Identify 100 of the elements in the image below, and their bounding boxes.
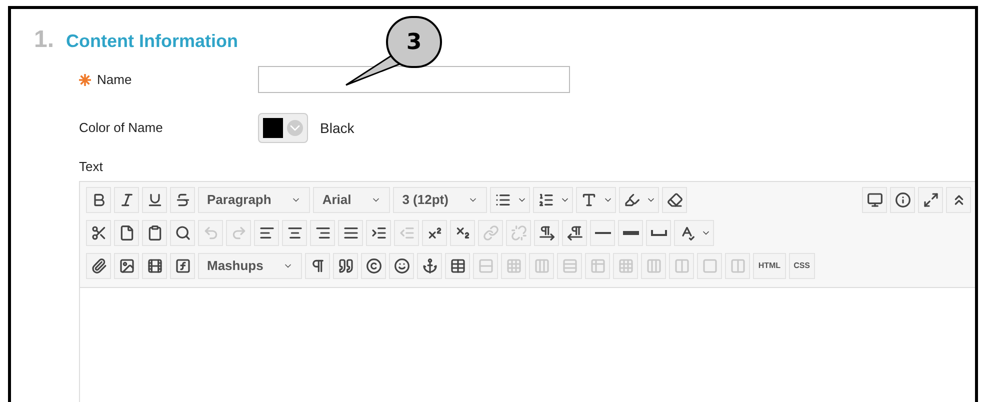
toolbar-button[interactable] <box>305 252 330 278</box>
fullscreen-icon <box>922 192 938 208</box>
align-center-icon <box>286 224 302 240</box>
field-label: Name <box>97 70 132 89</box>
document-icon <box>118 224 134 240</box>
toolbar-button[interactable] <box>534 220 559 246</box>
toolbar-button[interactable] <box>946 186 971 212</box>
cut-icon <box>90 224 106 240</box>
table-cell-icon <box>506 258 522 274</box>
toolbar-button[interactable]: HTML <box>753 252 786 278</box>
toolbar-button[interactable] <box>86 252 111 278</box>
paperclip-icon <box>90 258 106 274</box>
unlink-icon <box>510 224 526 240</box>
split-button[interactable] <box>533 186 574 212</box>
toolbar-button[interactable] <box>361 252 386 278</box>
section-title: Content Information <box>66 30 238 53</box>
toolbar-button[interactable] <box>170 252 195 278</box>
toolbar-button[interactable] <box>338 220 363 246</box>
grid-icon <box>618 258 634 274</box>
step-number: 1. <box>34 25 54 55</box>
table-column-icon <box>534 258 550 274</box>
table-row-icon <box>478 258 494 274</box>
color-picker[interactable] <box>258 113 308 143</box>
toolbar-button[interactable] <box>333 252 358 278</box>
split-button[interactable] <box>576 186 616 212</box>
bulleted-list-icon <box>495 192 512 208</box>
name-field[interactable] <box>258 66 570 93</box>
toolbar-button[interactable] <box>646 220 671 246</box>
toolbar-button[interactable] <box>310 220 335 246</box>
align-left-icon <box>258 224 274 240</box>
text-color-icon <box>581 192 598 208</box>
toolbar-button[interactable] <box>422 220 447 246</box>
redo-icon <box>230 224 246 240</box>
space-icon <box>650 230 666 236</box>
color-name: Black <box>320 118 354 138</box>
toolbar-button[interactable] <box>450 220 475 246</box>
link-icon <box>482 224 498 240</box>
split-button[interactable] <box>619 186 660 212</box>
toolbar-button[interactable] <box>389 252 414 278</box>
toolbar-button[interactable]: CSS <box>788 252 816 278</box>
table-rows-icon <box>562 258 578 274</box>
toolbar-button[interactable] <box>170 186 195 212</box>
toolbar-button[interactable] <box>114 220 139 246</box>
toolbar-button[interactable] <box>86 186 111 212</box>
square-icon <box>702 258 718 274</box>
pilcrow-icon <box>310 258 326 274</box>
copyright-icon <box>366 258 382 274</box>
toolbar-button[interactable] <box>142 252 167 278</box>
outdent-icon <box>398 224 414 240</box>
toolbar-button[interactable] <box>86 220 111 246</box>
split-button[interactable] <box>490 186 530 212</box>
callout-badge: 3 <box>386 16 442 68</box>
table-columns-icon <box>646 258 662 274</box>
toolbar-button[interactable] <box>562 220 587 246</box>
dropdown[interactable]: 3 (12pt) <box>393 186 488 212</box>
toolbar-button[interactable] <box>254 220 279 246</box>
preview-icon <box>866 192 882 208</box>
right-to-left-icon <box>566 224 582 240</box>
italic-icon <box>118 192 134 208</box>
columns-icon <box>730 258 746 274</box>
toolbar-button[interactable] <box>890 186 915 212</box>
dropdown[interactable]: Paragraph <box>198 186 310 212</box>
field-label: Color of Name <box>79 119 164 138</box>
toolbar-button[interactable] <box>142 220 167 246</box>
dropdown[interactable]: Arial <box>313 186 390 212</box>
strikethrough-icon <box>174 192 190 208</box>
underline-icon <box>146 192 162 208</box>
numbered-list-icon <box>538 192 554 208</box>
eraser-icon <box>666 192 683 208</box>
left-to-right-icon <box>538 224 554 240</box>
dropdown[interactable]: Mashups <box>198 252 302 278</box>
toolbar-button[interactable] <box>417 252 442 278</box>
toolbar-button[interactable] <box>366 220 391 246</box>
toolbar-button[interactable] <box>445 252 470 278</box>
toolbar-button[interactable] <box>918 186 943 212</box>
horizontal-line-icon <box>594 232 610 234</box>
paste-icon <box>146 224 162 240</box>
quote-icon <box>338 258 354 274</box>
highlighter-icon <box>624 192 640 208</box>
justify-icon <box>342 224 358 240</box>
split-button[interactable] <box>674 220 714 246</box>
toolbar-button[interactable] <box>590 220 615 246</box>
toolbar-button[interactable] <box>114 186 139 212</box>
anchor-icon <box>422 258 438 274</box>
undo-icon <box>202 224 218 240</box>
toolbar-button[interactable] <box>282 220 307 246</box>
split-column-icon <box>674 258 690 274</box>
toolbar-button[interactable] <box>142 186 167 212</box>
toolbar-button[interactable] <box>618 220 643 246</box>
table-icon <box>590 258 606 274</box>
image-icon <box>118 258 134 274</box>
field-label: Text <box>79 158 104 176</box>
toolbar-button[interactable] <box>114 252 139 278</box>
video-icon <box>146 258 162 274</box>
toolbar-button[interactable] <box>862 186 887 212</box>
caret-icon <box>287 120 303 136</box>
toolbar-button[interactable] <box>662 186 688 212</box>
smiley-icon <box>394 258 410 274</box>
indent-icon <box>370 224 386 240</box>
toolbar-button[interactable] <box>170 220 195 246</box>
